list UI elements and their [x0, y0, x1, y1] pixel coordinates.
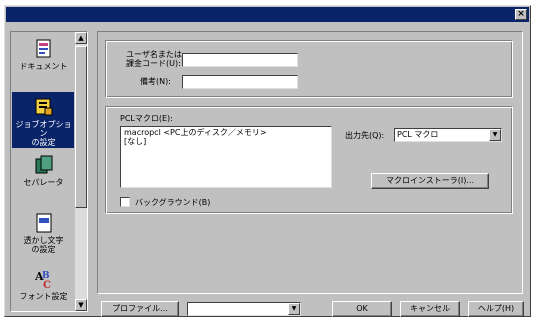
job-options-icon — [35, 98, 52, 116]
category-sidebar: ドキュメント ジョブオプション の設定 セパレータ 透かし文字 の設定 A B … — [10, 31, 88, 312]
help-button[interactable]: ヘルプ(H) — [468, 301, 524, 317]
remarks-field[interactable] — [182, 75, 298, 89]
user-info-group: ユーザ名または 課金コード(U): 備考(N): — [105, 40, 513, 98]
sidebar-scrollbar[interactable]: ▲ ▼ — [74, 32, 87, 311]
sidebar-item-document[interactable]: ドキュメント — [12, 34, 75, 90]
chevron-down-icon[interactable]: ▼ — [288, 303, 300, 315]
background-label: バックグラウンド(B) — [135, 198, 211, 207]
user-name-label: ユーザ名または 課金コード(U): — [126, 50, 182, 68]
pcl-macro-list[interactable]: macropcl <PC上のディスク／メモリ> [なし] — [120, 126, 332, 188]
destination-label: 出力先(Q): — [345, 131, 385, 140]
sidebar-item-label: ジョブオプション の設定 — [15, 120, 72, 147]
scroll-down-icon[interactable]: ▼ — [75, 299, 87, 311]
macro-installer-button[interactable]: マクロインストーラ(I)... — [371, 173, 489, 189]
sidebar-item-label: 透かし文字 の設定 — [23, 236, 64, 254]
sidebar-item-watermark[interactable]: 透かし文字 の設定 — [12, 208, 75, 264]
separator-icon — [35, 155, 52, 174]
remarks-label: 備考(N): — [140, 77, 171, 86]
svg-text:C: C — [43, 280, 51, 290]
list-item[interactable]: macropcl <PC上のディスク／メモリ> — [124, 128, 328, 137]
job-options-panel: ユーザ名または 課金コード(U): 備考(N): PCLマクロ(E): macr… — [97, 31, 523, 294]
profile-select[interactable]: ▼ — [187, 302, 301, 316]
pcl-macro-group: PCLマクロ(E): macropcl <PC上のディスク／メモリ> [なし] … — [105, 106, 513, 214]
list-item[interactable]: [なし] — [124, 137, 328, 146]
ok-button[interactable]: OK — [332, 301, 392, 317]
close-button[interactable]: × — [515, 9, 527, 20]
background-checkbox[interactable] — [120, 197, 130, 207]
cancel-button[interactable]: キャンセル — [400, 301, 460, 317]
document-icon — [36, 39, 50, 58]
sidebar-item-label: フォント設定 — [19, 292, 68, 301]
sidebar-item-label: セパレータ — [23, 178, 64, 187]
font-settings-icon: A B C — [34, 270, 51, 290]
title-bar: × — [6, 7, 529, 22]
chevron-down-icon[interactable]: ▼ — [489, 129, 501, 141]
watermark-icon — [36, 213, 51, 233]
sidebar-item-job-options[interactable]: ジョブオプション の設定 — [12, 92, 75, 148]
scroll-up-icon[interactable]: ▲ — [75, 32, 87, 44]
sidebar-item-separator[interactable]: セパレータ — [12, 150, 75, 206]
sidebar-item-label: ドキュメント — [19, 62, 68, 71]
pcl-macro-label: PCLマクロ(E): — [120, 114, 173, 123]
scroll-thumb[interactable] — [75, 46, 87, 208]
user-name-field[interactable] — [182, 53, 298, 67]
destination-value: PCL マクロ — [397, 130, 439, 139]
profile-button[interactable]: プロファイル... — [101, 301, 179, 317]
sidebar-item-font-settings[interactable]: A B C フォント設定 — [12, 264, 75, 311]
dialog-window: × ドキュメント ジョブオプション の設定 セパレータ 透かし文字 の設定 A … — [4, 5, 531, 317]
destination-select[interactable]: PCL マクロ ▼ — [394, 128, 502, 142]
